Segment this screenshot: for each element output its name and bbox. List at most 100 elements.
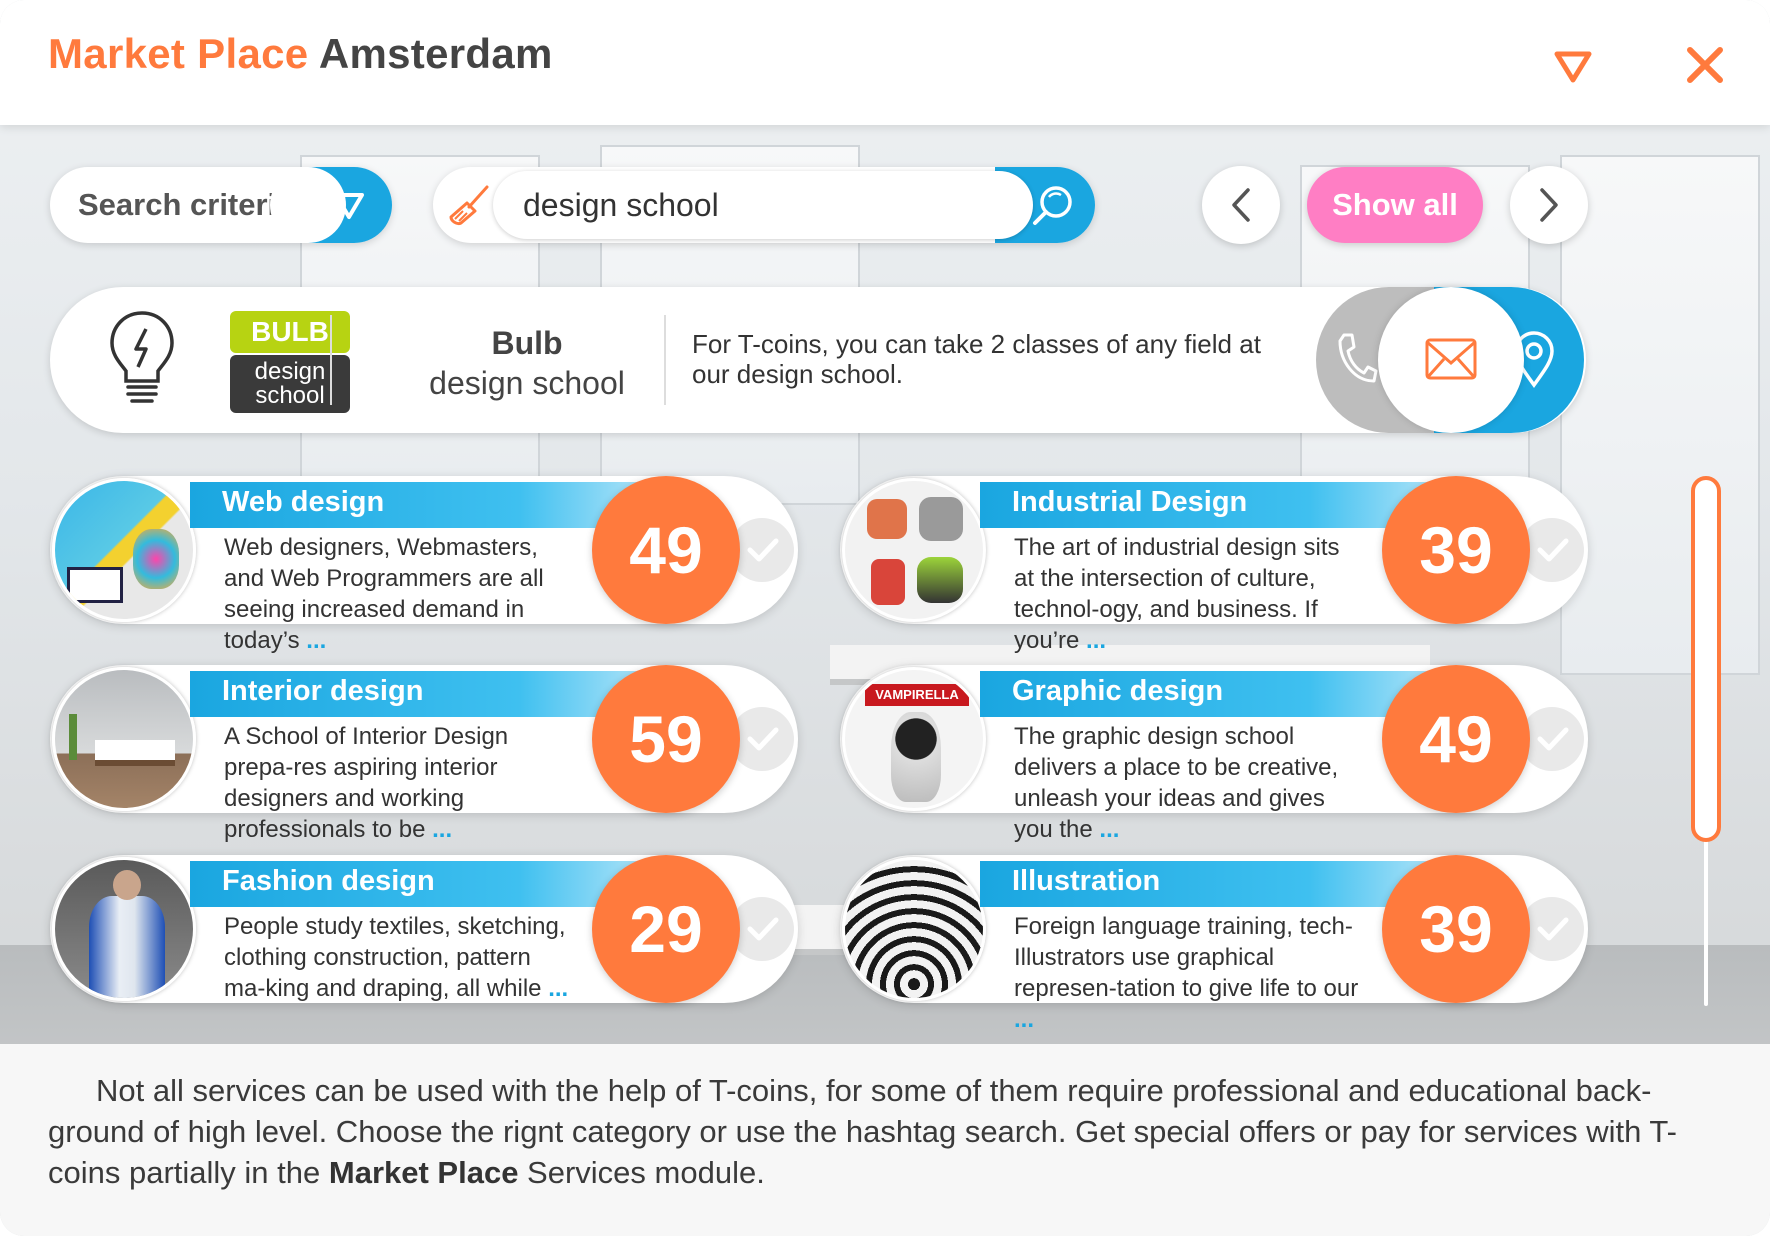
figure-illustration [891, 712, 941, 802]
bed-illustration [95, 740, 175, 766]
chevron-right-icon [1540, 188, 1558, 222]
provider-logo-top: BULB [230, 311, 350, 353]
service-card-interior-design[interactable]: Interior design A School of Interior Des… [50, 665, 798, 843]
provider-name-bold: Bulb [491, 325, 563, 361]
search-input[interactable]: design school [493, 171, 1033, 239]
provider-logo-bottom: design school [230, 355, 350, 413]
device-illustration [67, 567, 123, 603]
search-criteria-dropdown[interactable]: Search criteria [50, 167, 392, 243]
lightbulb-icon [110, 311, 174, 403]
price-badge: 39 [1382, 855, 1530, 1003]
service-title: Graphic design [1012, 675, 1224, 707]
service-text: The art of industrial design sits at the… [1014, 534, 1340, 654]
service-description: Foreign language training, tech-Illustra… [1014, 911, 1364, 1035]
title-accent: Market Place [48, 30, 309, 77]
footer-text-part: Services module. [518, 1155, 765, 1190]
footer-text-part: Not all services can be used with the he… [48, 1073, 1677, 1190]
read-more-link[interactable]: ... [548, 975, 568, 1002]
page-title: Market Place Amsterdam [48, 30, 553, 78]
service-title: Illustration [1012, 865, 1161, 897]
search-box: design school [433, 167, 1095, 243]
checkmark-icon [1537, 917, 1569, 941]
broom-clear-icon[interactable] [447, 183, 491, 227]
service-description: The art of industrial design sits at the… [1014, 532, 1364, 656]
phone-icon [1338, 333, 1378, 383]
face-illustration [133, 529, 179, 589]
close-icon[interactable] [1684, 44, 1726, 86]
chair-illustration [867, 499, 907, 539]
service-description: People study textiles, sketching, clothi… [224, 911, 574, 1004]
price-badge: 49 [1382, 665, 1530, 813]
service-card-fashion-design[interactable]: Fashion design People study textiles, sk… [50, 855, 798, 1003]
checkmark-icon [747, 538, 779, 562]
market-place-window: Market Place Amsterdam Search criteria d… [0, 0, 1770, 1236]
chair-illustration [871, 559, 905, 605]
search-query: design school [523, 187, 719, 223]
service-text: The graphic design school delivers a pla… [1014, 723, 1339, 843]
footer-text-bold: Market Place [328, 1155, 519, 1190]
dropdown-triangle-icon[interactable] [1552, 44, 1594, 86]
read-more-link[interactable]: ... [432, 816, 452, 843]
search-criteria-toggle[interactable] [270, 167, 392, 243]
provider-name: design school [429, 365, 625, 401]
divider [330, 315, 332, 405]
comic-logo: VAMPIRELLA [865, 684, 969, 706]
service-thumbnail [52, 667, 196, 811]
provider-description: For T-coins, you can take 2 classes of a… [692, 329, 1261, 389]
price-badge: 59 [592, 665, 740, 813]
price-badge: 29 [592, 855, 740, 1003]
price-badge: 39 [1382, 476, 1530, 624]
footer-info: Not all services can be used with the he… [0, 1044, 1770, 1236]
service-text: People study textiles, sketching, clothi… [224, 913, 566, 1002]
service-card-graphic-design[interactable]: VAMPIRELLA Graphic design The graphic de… [840, 665, 1588, 843]
checkmark-icon [747, 727, 779, 751]
footer-text: Not all services can be used with the he… [48, 1070, 1728, 1193]
service-card-industrial-design[interactable]: Industrial Design The art of industrial … [840, 476, 1588, 654]
read-more-link[interactable]: ... [1086, 627, 1106, 654]
chevron-down-icon [334, 193, 364, 219]
read-more-link[interactable]: ... [1014, 1006, 1034, 1033]
service-card-web-design[interactable]: Web design Web designers, Webmasters, an… [50, 476, 798, 654]
service-thumbnail [52, 857, 196, 1001]
service-title: Fashion design [222, 865, 435, 897]
service-title: Web design [222, 486, 385, 518]
scrollbar-thumb[interactable] [1691, 476, 1721, 842]
email-button[interactable] [1378, 287, 1524, 433]
checkmark-icon [1537, 538, 1569, 562]
model-head [113, 870, 141, 900]
service-title: Interior design [222, 675, 424, 707]
header-bar: Market Place Amsterdam [0, 0, 1770, 125]
checkmark-icon [747, 917, 779, 941]
service-thumbnail: VAMPIRELLA [842, 667, 986, 811]
read-more-link[interactable]: ... [306, 627, 326, 654]
service-thumbnail [842, 857, 986, 1001]
show-all-button[interactable]: Show all [1307, 167, 1483, 243]
service-title: Industrial Design [1012, 486, 1248, 518]
service-description: The graphic design school delivers a pla… [1014, 721, 1364, 845]
service-card-illustration[interactable]: Illustration Foreign language training, … [840, 855, 1588, 1033]
service-description: A School of Interior Design prepa-res as… [224, 721, 574, 845]
contact-actions [1316, 287, 1584, 433]
price-badge: 49 [592, 476, 740, 624]
divider [664, 315, 666, 405]
previous-button[interactable] [1202, 166, 1280, 244]
checkmark-icon [1537, 727, 1569, 751]
provider-logo-line1: design [254, 358, 326, 385]
service-text: A School of Interior Design prepa-res as… [224, 723, 509, 843]
service-text: Web designers, Webmasters, and Web Progr… [224, 534, 544, 654]
provider-card[interactable]: BULB design school Bulb design school Fo… [50, 287, 1586, 433]
next-button[interactable] [1510, 166, 1588, 244]
background-window [1560, 155, 1760, 675]
provider-logo-line2: school [255, 382, 325, 409]
plant-illustration [69, 714, 77, 760]
service-description: Web designers, Webmasters, and Web Progr… [224, 532, 574, 656]
service-text: Foreign language training, tech-Illustra… [1014, 913, 1359, 1002]
envelope-icon [1425, 338, 1477, 380]
service-thumbnail [842, 478, 986, 622]
search-criteria-label: Search criteria [78, 187, 294, 222]
read-more-link[interactable]: ... [1099, 816, 1119, 843]
title-city: Amsterdam [318, 30, 553, 77]
chair-illustration [917, 557, 963, 603]
model-illustration [89, 896, 165, 998]
search-icon[interactable] [1031, 183, 1075, 227]
